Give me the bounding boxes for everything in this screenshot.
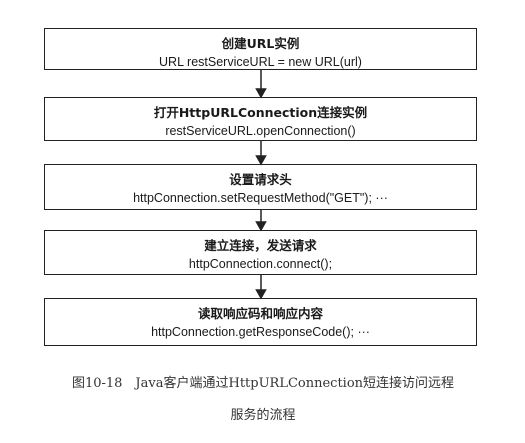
- step-connect-send: 建立连接，发送请求 httpConnection.connect();: [44, 230, 477, 275]
- arrow-down-icon: [255, 70, 267, 99]
- step-set-request-header: 设置请求头 httpConnection.setRequestMethod("G…: [44, 164, 477, 210]
- step-title: 创建URL实例: [221, 36, 300, 51]
- step-create-url: 创建URL实例 URL restServiceURL = new URL(url…: [44, 28, 477, 70]
- step-title: 读取响应码和响应内容: [197, 306, 323, 321]
- step-title: 设置请求头: [229, 172, 292, 187]
- step-open-connection: 打开HttpURLConnection连接实例 restServiceURL.o…: [44, 97, 477, 141]
- step-title: 建立连接，发送请求: [204, 238, 317, 253]
- step-code: URL restServiceURL = new URL(url): [159, 55, 362, 69]
- step-code: httpConnection.getResponseCode(); ···: [151, 325, 370, 339]
- figure-caption-line-1: 图10-18 Java客户端通过HttpURLConnection短连接访问远程: [71, 376, 455, 391]
- arrow-down-icon: [255, 141, 267, 166]
- step-read-response: 读取响应码和响应内容 httpConnection.getResponseCod…: [44, 298, 477, 346]
- step-code: httpConnection.setRequestMethod("GET"); …: [133, 191, 388, 205]
- step-code: httpConnection.connect();: [188, 257, 333, 271]
- step-code: restServiceURL.openConnection(): [165, 124, 356, 138]
- figure-caption-line-2: 服务的流程: [230, 408, 296, 423]
- arrow-down-icon: [255, 275, 267, 300]
- step-title: 打开HttpURLConnection连接实例: [153, 105, 368, 120]
- arrow-down-icon: [255, 210, 267, 232]
